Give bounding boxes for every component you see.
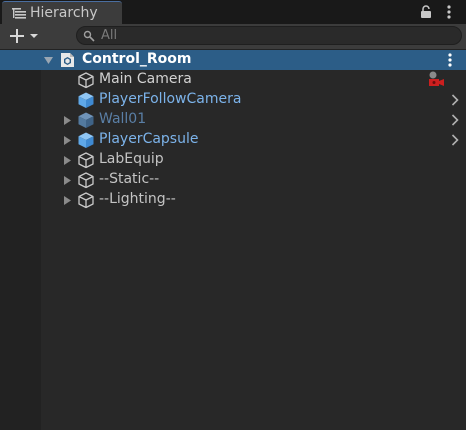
hierarchy-panel: Hierarchy All Control_Room Main Camera P… bbox=[0, 0, 466, 430]
foldout-collapsed-icon[interactable] bbox=[63, 156, 72, 165]
foldout-collapsed-icon[interactable] bbox=[63, 176, 72, 185]
hierarchy-toolbar: All bbox=[0, 24, 466, 50]
add-dropdown-button[interactable] bbox=[6, 26, 42, 46]
chevron-right-icon[interactable] bbox=[451, 134, 459, 146]
chevron-right-icon[interactable] bbox=[451, 94, 459, 106]
scene-row[interactable]: Control_Room bbox=[0, 50, 466, 70]
tree-item-label: PlayerFollowCamera bbox=[99, 91, 242, 107]
camera-warning-icon[interactable] bbox=[425, 70, 445, 89]
unity-scene-icon bbox=[61, 53, 74, 67]
tab-bar: Hierarchy bbox=[0, 0, 466, 24]
tree-item-label: Main Camera bbox=[99, 71, 192, 87]
hierarchy-list-icon bbox=[12, 8, 26, 19]
foldout-collapsed-icon[interactable] bbox=[63, 196, 72, 205]
lock-icon[interactable] bbox=[420, 5, 432, 19]
tree-item-lab-equip[interactable]: LabEquip bbox=[0, 150, 466, 170]
chevron-right-icon[interactable] bbox=[451, 114, 459, 126]
tree-item-label: --Lighting-- bbox=[99, 191, 176, 207]
cube-outline-icon bbox=[78, 72, 94, 89]
cube-outline-icon bbox=[78, 192, 94, 209]
tree-item-label: Wall01 bbox=[99, 111, 147, 127]
tree-item-label: PlayerCapsule bbox=[99, 131, 199, 147]
foldout-collapsed-icon[interactable] bbox=[63, 116, 72, 125]
cube-outline-icon bbox=[78, 172, 94, 189]
tree-item-player-follow-camera[interactable]: PlayerFollowCamera bbox=[0, 90, 466, 110]
scene-label: Control_Room bbox=[82, 51, 192, 67]
foldout-collapsed-icon[interactable] bbox=[63, 136, 72, 145]
hierarchy-tree: Control_Room Main Camera PlayerFollowCam… bbox=[0, 50, 466, 430]
kebab-menu-icon[interactable] bbox=[447, 52, 453, 68]
tab-label: Hierarchy bbox=[30, 5, 98, 21]
prefab-cube-icon bbox=[78, 132, 94, 148]
tree-item-label: --Static-- bbox=[99, 171, 160, 187]
tree-item-static[interactable]: --Static-- bbox=[0, 170, 466, 190]
tree-item-wall01[interactable]: Wall01 bbox=[0, 110, 466, 130]
kebab-menu-icon[interactable] bbox=[446, 4, 452, 20]
foldout-expanded-icon[interactable] bbox=[44, 56, 53, 65]
search-icon bbox=[83, 30, 95, 42]
tree-item-main-camera[interactable]: Main Camera bbox=[0, 70, 466, 90]
tab-hierarchy[interactable]: Hierarchy bbox=[2, 1, 122, 24]
tree-item-label: LabEquip bbox=[99, 151, 164, 167]
prefab-cube-icon bbox=[78, 92, 94, 108]
prefab-cube-icon bbox=[78, 112, 94, 128]
search-input[interactable]: All bbox=[76, 26, 462, 45]
cube-outline-icon bbox=[78, 152, 94, 169]
search-placeholder: All bbox=[101, 28, 118, 43]
tree-item-lighting[interactable]: --Lighting-- bbox=[0, 190, 466, 210]
tree-item-player-capsule[interactable]: PlayerCapsule bbox=[0, 130, 466, 150]
